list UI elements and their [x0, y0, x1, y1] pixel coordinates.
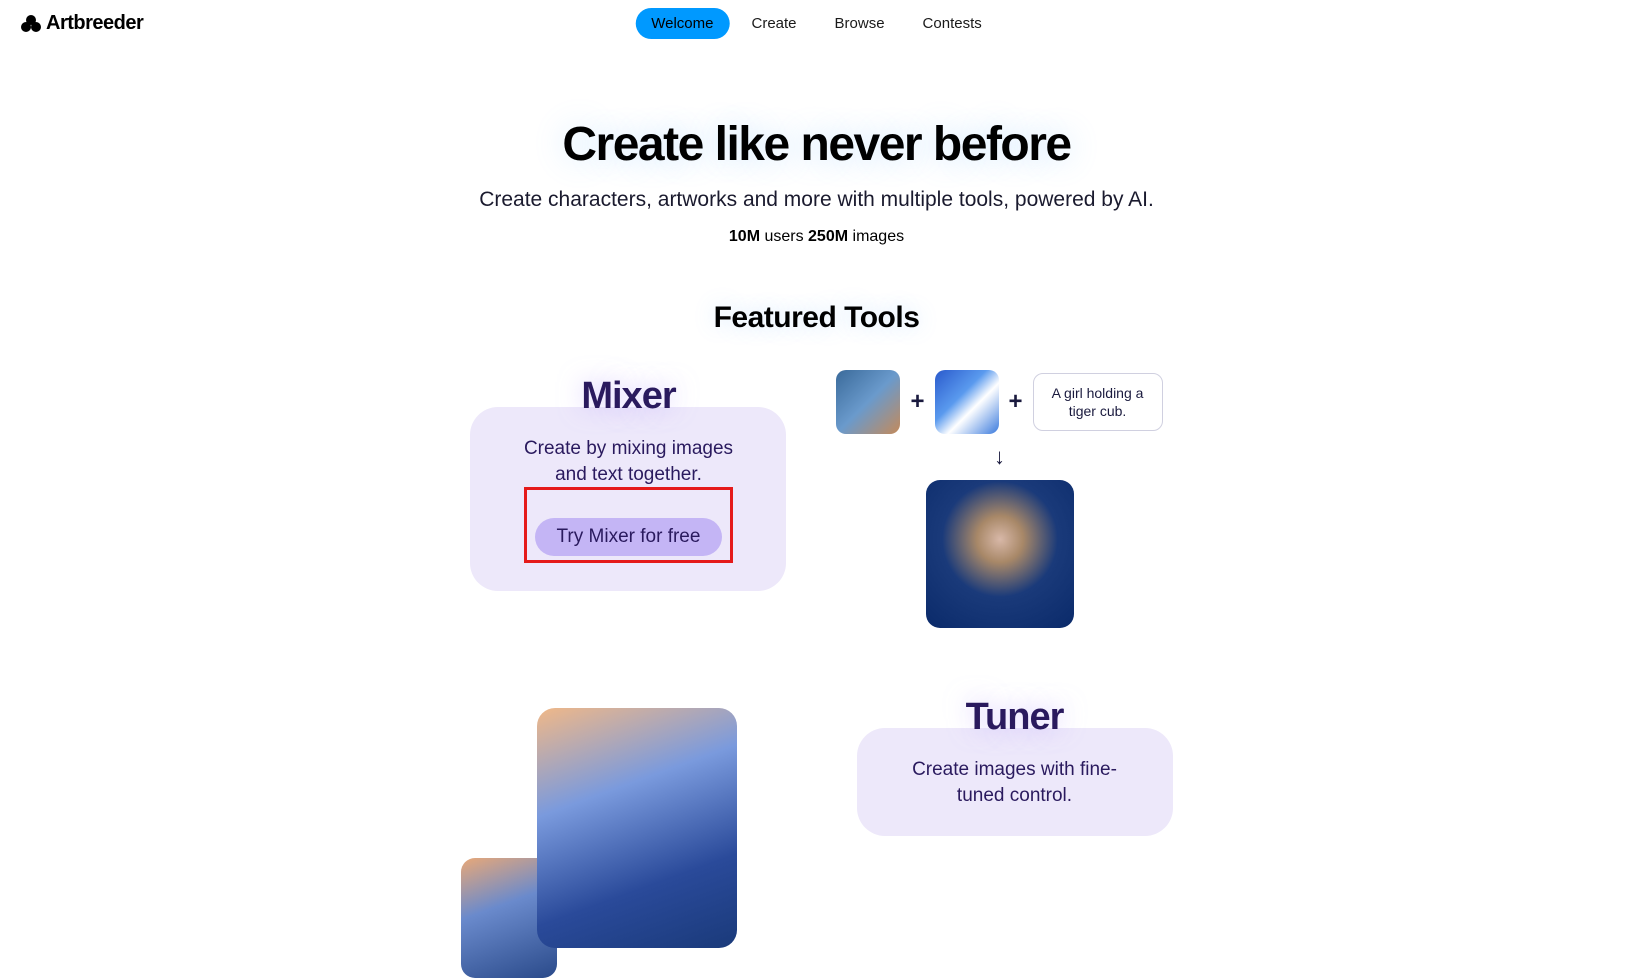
main-nav: Welcome Create Browse Contests — [631, 4, 1002, 43]
plus-icon: + — [910, 388, 924, 416]
mixer-desc: Create by mixing images and text togethe… — [506, 436, 750, 487]
stat-images-value: 250M — [808, 228, 848, 245]
mixer-card: Mixer Create by mixing images and text t… — [470, 407, 786, 591]
hero: Create like never before Create characte… — [0, 117, 1633, 246]
hero-title: Create like never before — [0, 117, 1633, 172]
featured-section: Featured Tools Mixer Create by mixing im… — [0, 301, 1633, 948]
highlight-annotation: Try Mixer for free — [524, 487, 734, 563]
plus-icon: + — [1009, 388, 1023, 416]
brand-logo[interactable]: Artbreeder — [20, 12, 143, 35]
mixer-prompt-text: A girl holding a tiger cub. — [1033, 373, 1163, 431]
nav-welcome[interactable]: Welcome — [635, 8, 729, 39]
tuner-image-large — [537, 708, 737, 948]
arrow-down-icon: ↓ — [994, 444, 1005, 470]
tuner-name: Tuner — [893, 696, 1137, 739]
hero-subtitle: Create characters, artworks and more wit… — [0, 188, 1633, 212]
stat-users-label: users — [760, 228, 808, 245]
nav-contests[interactable]: Contests — [907, 8, 998, 39]
tuner-card: Tuner Create images with fine-tuned cont… — [857, 728, 1173, 836]
nav-create[interactable]: Create — [735, 8, 812, 39]
try-mixer-button[interactable]: Try Mixer for free — [535, 518, 723, 556]
mixer-input-image-2 — [935, 370, 999, 434]
tuner-desc: Create images with fine-tuned control. — [893, 757, 1137, 808]
mixer-visual: + + A girl holding a tiger cub. ↓ — [836, 370, 1162, 628]
stat-images-label: images — [848, 228, 904, 245]
stat-users-value: 10M — [729, 228, 760, 245]
tuner-visual — [461, 708, 737, 948]
mixer-inputs: + + A girl holding a tiger cub. — [836, 370, 1162, 434]
logo-icon — [20, 15, 42, 33]
mixer-name: Mixer — [506, 375, 750, 418]
mixer-input-image-1 — [836, 370, 900, 434]
hero-stats: 10M users 250M images — [0, 228, 1633, 246]
mixer-result-image — [926, 480, 1074, 628]
nav-browse[interactable]: Browse — [819, 8, 901, 39]
featured-title: Featured Tools — [0, 301, 1633, 335]
brand-name: Artbreeder — [46, 12, 143, 35]
